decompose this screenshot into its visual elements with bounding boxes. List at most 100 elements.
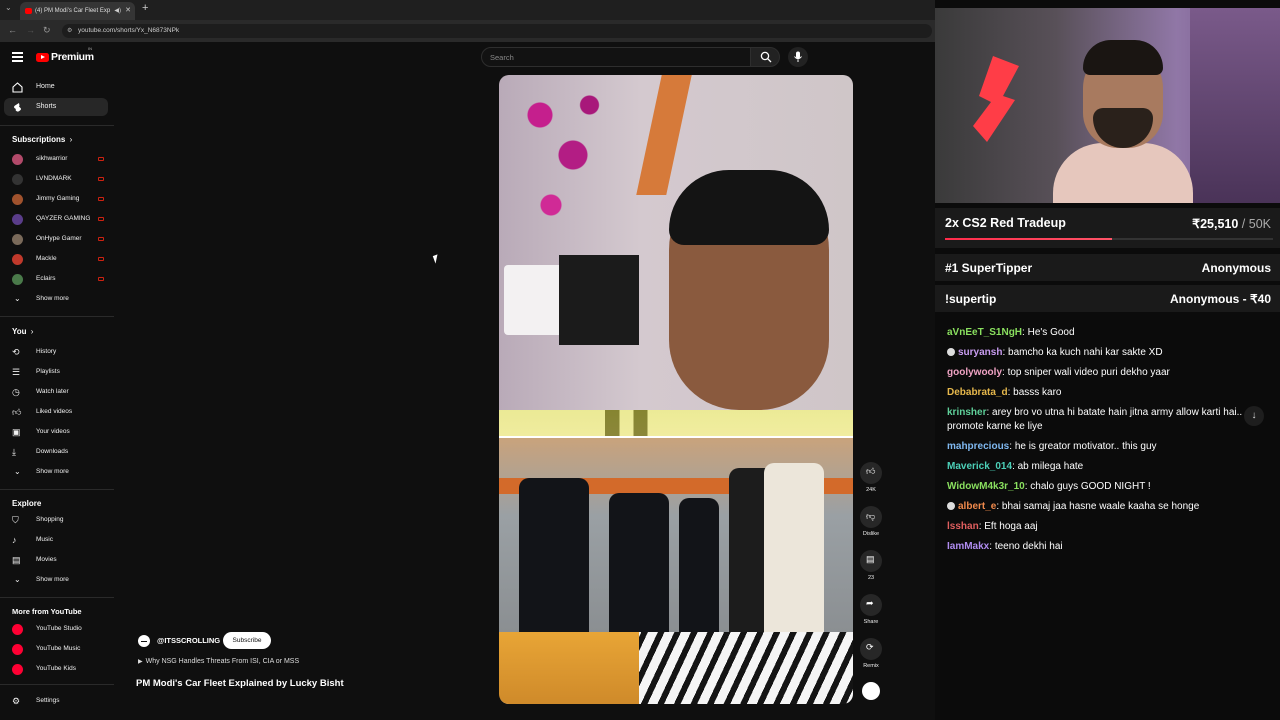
sidebar-item-your-videos[interactable]: ▣ Your videos <box>4 423 108 441</box>
subscription-item[interactable]: sikhwarrior <box>4 150 108 168</box>
back-icon[interactable]: ← <box>8 25 17 35</box>
browser-tab[interactable]: (4) PM Modi's Car Fleet Exp ◀) ✕ <box>20 2 135 20</box>
show-more-explore[interactable]: ⌄ Show more <box>4 571 108 589</box>
chat-text: bamcho ka kuch nahi kar sakte XD <box>1008 347 1163 358</box>
subscription-name: QAYZER GAMING <box>36 215 91 222</box>
video-person <box>519 478 589 634</box>
search-icon <box>760 51 772 63</box>
forward-icon[interactable]: → <box>26 25 35 35</box>
thumbs-up-icon: 👍︎ <box>12 407 22 417</box>
avatar <box>12 154 23 165</box>
show-more-subscriptions[interactable]: ⌄ Show more <box>4 290 108 308</box>
subscription-item[interactable]: Jimmy Gaming <box>4 190 108 208</box>
search-input[interactable]: Search <box>481 47 754 67</box>
chat-message: goolywooly: top sniper wali video puri d… <box>947 366 1262 380</box>
chat-username[interactable]: lsshan <box>947 521 979 532</box>
film-icon: ▤ <box>12 555 21 565</box>
url-text: youtube.com/shorts/Yx_N6873NPk <box>78 27 180 34</box>
logo-text: Premium <box>51 51 94 63</box>
chat-username[interactable]: krinsher <box>947 407 986 418</box>
voice-search-button[interactable] <box>788 47 808 67</box>
thumbs-down-icon: 👎︎ <box>860 506 882 528</box>
badge-icon <box>947 502 955 510</box>
subscription-item[interactable]: LVNDMARK <box>4 170 108 188</box>
supertip-value: Anonymous - ₹40 <box>1170 292 1271 306</box>
close-tab-icon[interactable]: ✕ <box>125 2 131 20</box>
avatar <box>12 234 23 245</box>
url-field[interactable]: ⚙ youtube.com/shorts/Yx_N6873NPk <box>62 24 932 38</box>
sidebar-item-home[interactable]: Home <box>4 78 108 96</box>
chat-username[interactable]: goolywooly <box>947 367 1002 378</box>
sidebar-item-label: YouTube Music <box>36 645 81 652</box>
related-video-link[interactable]: ▶ Why NSG Handles Threats From ISI, CIA o… <box>138 658 299 665</box>
subscription-item[interactable]: OnHype Gamer <box>4 230 108 248</box>
subscriptions-title: Subscriptions <box>12 135 66 144</box>
chat-username[interactable]: WidowM4k3r_10 <box>947 481 1025 492</box>
subscription-name: Eclairs <box>36 275 56 282</box>
subscribe-button[interactable]: Subscribe <box>223 632 271 649</box>
like-button[interactable]: 👍︎ 24K <box>857 462 885 493</box>
chat-username[interactable]: Debabrata_d <box>947 387 1008 398</box>
channel-handle[interactable]: @ITSSCROLLING <box>157 636 220 645</box>
subscription-item[interactable]: Mackle <box>4 250 108 268</box>
sound-thumbnail-button[interactable] <box>857 682 885 700</box>
subscription-item[interactable]: QAYZER GAMING <box>4 210 108 228</box>
goal-target: / 50K <box>1238 217 1271 231</box>
chat-username[interactable]: albert_e <box>958 501 996 512</box>
channel-avatar[interactable] <box>138 635 150 647</box>
youtube-studio-icon <box>12 624 23 635</box>
sidebar-item-watch-later[interactable]: ◷ Watch later <box>4 383 108 401</box>
new-tab-icon[interactable]: + <box>142 2 148 14</box>
subscriptions-heading[interactable]: Subscriptions › <box>12 135 72 144</box>
sidebar-item-history[interactable]: ⟲ History <box>4 343 108 361</box>
live-indicator-icon <box>98 217 104 221</box>
sidebar-item-label: Home <box>36 83 55 90</box>
thumbs-up-icon: 👍︎ <box>860 462 882 484</box>
video-person <box>764 463 824 634</box>
show-more-you[interactable]: ⌄ Show more <box>4 463 108 481</box>
supertipper-widget: #1 SuperTipper Anonymous <box>935 254 1280 281</box>
sidebar-item-youtube-studio[interactable]: YouTube Studio <box>4 620 108 638</box>
sidebar-item-shopping[interactable]: ⛉ Shopping <box>4 511 108 529</box>
chat-username[interactable]: IamMakx <box>947 541 989 552</box>
share-button[interactable]: ➦ Share <box>857 594 885 625</box>
dislike-label: Dislike <box>862 531 880 537</box>
sidebar-item-music[interactable]: ♪ Music <box>4 531 108 549</box>
chat-username[interactable]: mahprecious <box>947 441 1009 452</box>
shopping-bag-icon: ⛉ <box>12 515 19 525</box>
play-icon: ▶ <box>138 659 143 665</box>
streamer <box>1053 38 1193 203</box>
sidebar-item-youtube-kids[interactable]: YouTube Kids <box>4 660 108 678</box>
live-indicator-icon <box>98 157 104 161</box>
remix-button[interactable]: ⟳ Remix <box>857 638 885 669</box>
history-icon: ⟲ <box>12 347 20 357</box>
music-note-icon: ♪ <box>12 535 17 545</box>
chat-username[interactable]: aVnEeT_S1NgH <box>947 327 1022 338</box>
sidebar-item-shorts[interactable]: Shorts <box>4 98 108 116</box>
sidebar-item-liked-videos[interactable]: 👍︎ Liked videos <box>4 403 108 421</box>
speaker-icon[interactable]: ◀) <box>114 2 121 20</box>
subscription-item[interactable]: Eclairs <box>4 270 108 288</box>
search-button[interactable] <box>750 47 780 67</box>
sidebar-item-label: YouTube Studio <box>36 625 82 632</box>
menu-icon[interactable] <box>12 52 23 62</box>
chat-username[interactable]: Maverick_014 <box>947 461 1012 472</box>
chevron-down-icon: ⌄ <box>14 294 21 303</box>
supertipper-value: Anonymous <box>1201 261 1271 275</box>
tab-search-icon[interactable]: ⌄ <box>5 3 12 12</box>
you-heading[interactable]: You › <box>12 327 33 336</box>
site-info-icon[interactable]: ⚙ <box>67 24 72 38</box>
video-flag-stripe <box>636 75 692 195</box>
reload-icon[interactable]: ↻ <box>43 25 51 36</box>
sidebar-item-downloads[interactable]: ⤓ Downloads <box>4 443 108 461</box>
short-video-player[interactable] <box>499 75 853 704</box>
comments-button[interactable]: ▤ 23 <box>857 550 885 581</box>
sidebar-item-youtube-music[interactable]: YouTube Music <box>4 640 108 658</box>
scroll-down-icon[interactable]: ↓ <box>1244 406 1264 426</box>
sidebar-item-settings[interactable]: ⚙ Settings <box>4 692 108 710</box>
dislike-button[interactable]: 👎︎ Dislike <box>857 506 885 537</box>
sidebar-item-movies[interactable]: ▤ Movies <box>4 551 108 569</box>
chat-username[interactable]: suryansh <box>958 347 1002 358</box>
clock-icon: ◷ <box>12 387 20 397</box>
sidebar-item-playlists[interactable]: ☰ Playlists <box>4 363 108 381</box>
